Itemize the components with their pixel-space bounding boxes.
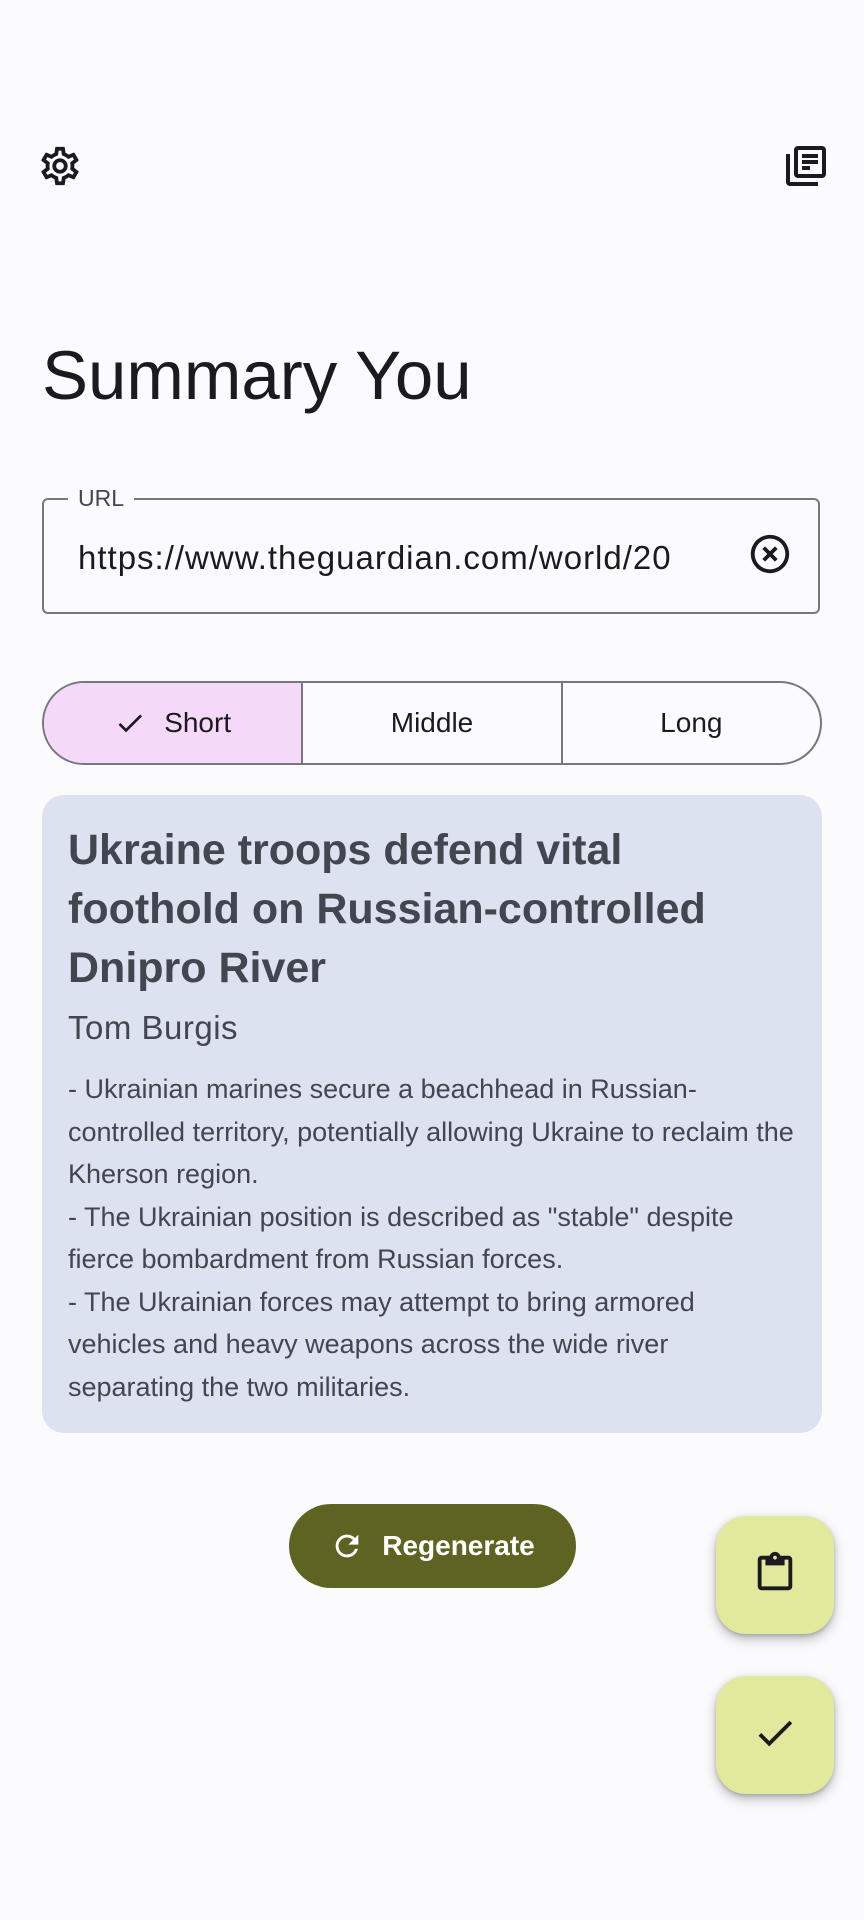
summary-point: - Ukrainian marines secure a beachhead i… <box>68 1074 794 1189</box>
clear-circle-icon <box>747 531 793 582</box>
url-input[interactable]: https://www.theguardian.com/world/20 <box>78 538 714 578</box>
check-icon <box>752 1710 798 1761</box>
article-title: Ukraine troops defend vital foothold on … <box>68 826 706 992</box>
summary-text: - Ukrainian marines secure a beachhead i… <box>68 1068 796 1408</box>
library-button[interactable] <box>770 132 842 204</box>
length-option-label: Short <box>164 707 232 738</box>
app-title: Summary You <box>42 337 472 414</box>
url-input-field[interactable]: URL https://www.theguardian.com/world/20 <box>42 484 820 614</box>
copy-to-clipboard-button[interactable] <box>716 1516 834 1634</box>
library-books-icon <box>782 142 830 195</box>
gear-icon <box>37 143 83 194</box>
regenerate-button[interactable]: Regenerate <box>289 1504 576 1588</box>
regenerate-label: Regenerate <box>382 1530 535 1561</box>
length-option-label: Middle <box>390 707 474 738</box>
length-option-short[interactable]: Short <box>44 683 302 763</box>
summary-card: Ukraine troops defend vital foothold on … <box>42 795 822 1433</box>
settings-button[interactable] <box>24 132 96 204</box>
length-option-label: Long <box>660 707 723 738</box>
article-author: Tom Burgis <box>68 1009 239 1046</box>
check-icon <box>114 707 146 739</box>
done-button[interactable] <box>716 1676 834 1794</box>
clipboard-icon <box>752 1550 798 1601</box>
url-field-label: URL <box>68 484 135 512</box>
length-option-long[interactable]: Long <box>560 683 820 763</box>
clear-url-button[interactable] <box>746 532 794 580</box>
summary-length-selector: Short Middle Long <box>42 681 822 765</box>
length-option-middle[interactable]: Middle <box>301 683 560 763</box>
summary-point: - The Ukrainian forces may attempt to br… <box>68 1286 695 1402</box>
summary-point: - The Ukrainian position is described as… <box>68 1201 734 1275</box>
refresh-icon <box>330 1529 364 1563</box>
